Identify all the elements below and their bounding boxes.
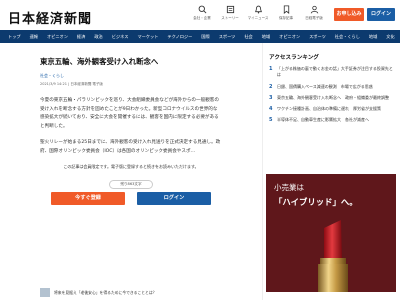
header-icon-label: 日経電子版	[305, 16, 323, 20]
paywall-message: この記事は会員限定です。電子版に登録すると続きをお読みいただけます。	[63, 163, 199, 169]
header-icon-row: 会社・企業 ストーリー マイニュース 保存記事 日経電子版	[190, 5, 326, 21]
header-account[interactable]: 日経電子版	[302, 5, 326, 21]
promo-text: 将来を見据え「老後安心」を得るために今できることとは？	[54, 289, 157, 295]
paywall-login-button[interactable]: ログイン	[137, 191, 211, 205]
article-title: 東京五輪、海外観客受け入れ断念へ	[40, 57, 159, 66]
article-paragraph: 聖火リレーが始まる25日までに、海外観客の受け入れ見送りを正式決定する見通し。政…	[40, 140, 221, 154]
keyword-icon	[198, 5, 206, 14]
nav-item[interactable]: 地域	[369, 34, 377, 40]
ranking-text: ワクチン接種計画、自治体の準備に遅れ 厚労省が支援策	[277, 106, 381, 112]
ranking-item[interactable]: 4 ワクチン接種計画、自治体の準備に遅れ 厚労省が支援策	[269, 106, 394, 112]
ranking-number: 3	[269, 94, 273, 101]
main-nav: トップ 速報 オピニオン 経済 政治 ビジネス マーケット テクノロジー 国際 スポーツ 社会 地域 オ…	[0, 30, 400, 43]
nav-item[interactable]: マーケット	[137, 34, 158, 40]
header-icon-label: 会社・企業	[193, 16, 211, 20]
article: 東京五輪、海外観客受け入れ断念へ 社会・くらし 2021/3/9 14:21 |…	[0, 43, 262, 300]
nav-item[interactable]: 文化	[386, 34, 394, 40]
user-icon	[310, 5, 318, 14]
ad-banner[interactable]: 小売業は 「ハイブリッド」へ。	[266, 174, 396, 292]
nav-item[interactable]: ビジネス	[112, 34, 129, 40]
ranking-number: 5	[269, 117, 273, 124]
ranking-text: 日銀、国債購入ペース減速の観測 市場で広がる思惑	[277, 83, 373, 89]
nav-item[interactable]: 速報	[30, 34, 38, 40]
nav-item[interactable]: 国際	[201, 34, 209, 40]
nav-item[interactable]: 経済	[77, 34, 85, 40]
paywall-remaining-pill: 残り863文字	[109, 179, 153, 189]
ranking-item[interactable]: 1 「上がる株価の裏で動くお金の話」大手証券が注目する投資先とは	[269, 66, 394, 79]
ranking-item[interactable]: 3 東京五輪、海外観客受け入れ断念へ 政府・組織委が最終調整	[269, 95, 394, 101]
article-paragraph: 今夏の東京五輪・パラリンピックを巡り、大会組織委員会などが海外からの一般観客の受…	[40, 98, 219, 129]
ranking-item[interactable]: 2 日銀、国債購入ペース減速の観測 市場で広がる思惑	[269, 84, 394, 90]
header-story[interactable]: ストーリー	[218, 5, 242, 21]
ranking-text: 「上がる株価の裏で動くお金の話」大手証券が注目する投資先とは	[276, 66, 393, 78]
header-mynews[interactable]: マイニュース	[246, 5, 270, 21]
nav-item[interactable]: スポーツ	[309, 34, 326, 40]
ranking-text: 東京五輪、海外観客受け入れ断念へ 政府・組織委が最終調整	[277, 94, 389, 100]
paywall-buttons: 今すぐ登録 ログイン	[40, 191, 222, 205]
nav-item[interactable]: スポーツ	[219, 34, 236, 40]
header-keyword[interactable]: 会社・企業	[190, 5, 214, 21]
nav-item[interactable]: オピニオン	[47, 34, 68, 40]
article-category[interactable]: 社会・くらし	[40, 73, 222, 79]
paywall: この記事は会員限定です。電子版に登録すると続きをお読みいただけます。 残り863…	[40, 164, 222, 205]
article-meta: 2021/3/9 14:21 | 日本経済新聞 電子版	[40, 82, 103, 86]
header-saved[interactable]: 保存記事	[274, 5, 298, 21]
ranking-list: 1 「上がる株価の裏で動くお金の話」大手証券が注目する投資先とは 2 日銀、国債購入ペ…	[269, 66, 394, 124]
nav-item[interactable]: オピニオン	[279, 34, 300, 40]
ranking-number: 2	[269, 83, 273, 90]
nav-item[interactable]: 地域	[262, 34, 270, 40]
site-header: 日本経済新聞 会社・企業 ストーリー マイニュース 保存記事 日経電子版 お申し…	[0, 0, 400, 30]
subscribe-button[interactable]: お申し込み	[334, 8, 364, 21]
nav-item[interactable]: トップ	[8, 34, 21, 40]
login-button[interactable]: ログイン	[367, 8, 395, 21]
ranking-number: 4	[269, 106, 273, 113]
nav-item[interactable]: 社会・くらし	[335, 34, 360, 40]
header-icon-label: マイニュース	[247, 16, 269, 20]
ranking-text: 半導体不足、自動車生産に影響拡大 各社が減産へ	[277, 117, 369, 123]
lipstick-image	[318, 220, 348, 292]
bell-icon	[254, 5, 262, 14]
promo-thumbnail	[40, 288, 50, 297]
news-list-icon	[226, 5, 234, 14]
paywall-subscribe-button[interactable]: 今すぐ登録	[51, 191, 125, 205]
site-logo[interactable]: 日本経済新聞	[8, 8, 92, 27]
nav-item[interactable]: 社会	[244, 34, 252, 40]
bottom-promo[interactable]: 将来を見据え「老後安心」を得るために今できることとは？	[40, 287, 240, 298]
bookmark-icon	[283, 5, 289, 14]
nav-item[interactable]: 政治	[94, 34, 102, 40]
header-icon-label: ストーリー	[221, 16, 239, 20]
header-icon-label: 保存記事	[279, 16, 293, 20]
ranking-title: アクセスランキング	[269, 55, 319, 61]
ranking-number: 1	[269, 66, 273, 72]
ranking-item[interactable]: 5 半導体不足、自動車生産に影響拡大 各社が減産へ	[269, 117, 394, 123]
nav-item[interactable]: テクノロジー	[167, 34, 192, 40]
